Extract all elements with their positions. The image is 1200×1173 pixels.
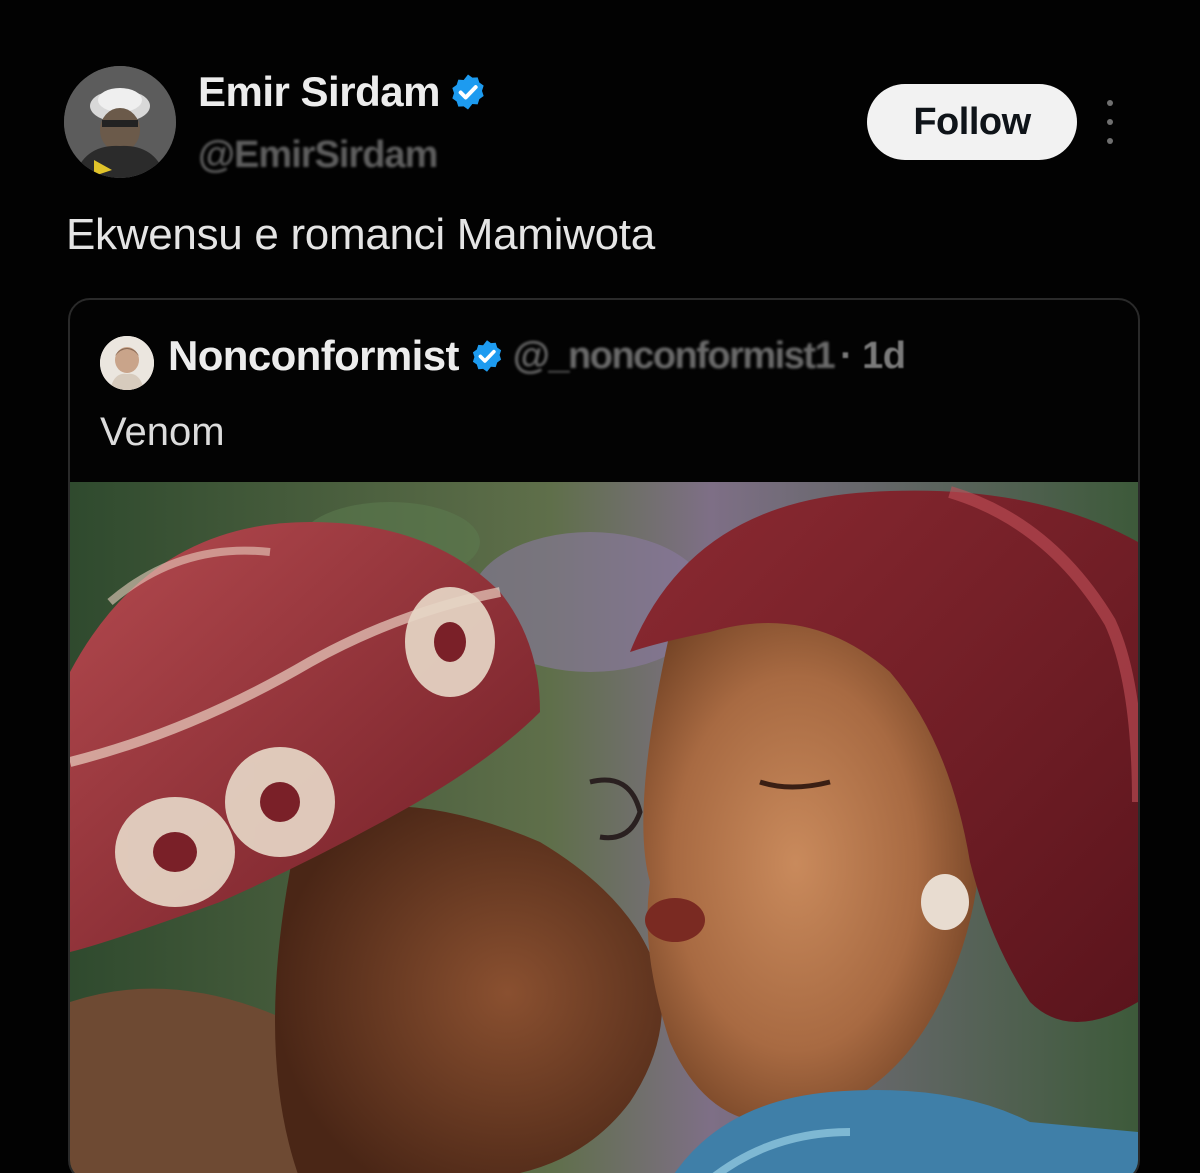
quoted-tweet-text: Venom — [100, 410, 225, 454]
quoted-profile-photo-icon — [100, 336, 154, 390]
quoted-author-handle[interactable]: @_nonconformist1 — [513, 335, 836, 378]
quoted-author-name[interactable]: Nonconformist — [168, 332, 459, 380]
profile-photo-icon — [64, 66, 176, 178]
author-avatar[interactable] — [64, 66, 176, 178]
quoted-author-line: Nonconformist @_nonconformist1 · 1d — [168, 332, 906, 380]
quoted-timestamp[interactable]: · 1d — [840, 335, 906, 378]
more-vertical-icon[interactable] — [1100, 100, 1120, 144]
verified-badge-icon — [448, 72, 488, 112]
author-display-name[interactable]: Emir Sirdam — [198, 68, 488, 116]
photo-icon — [70, 482, 1138, 1173]
quoted-verified-badge-icon — [469, 338, 505, 374]
quoted-media-photo[interactable] — [70, 482, 1138, 1173]
quoted-author-avatar[interactable] — [100, 336, 154, 390]
quoted-tweet-card[interactable]: Nonconformist @_nonconformist1 · 1d Veno… — [68, 298, 1140, 1173]
tweet-text: Ekwensu e romanci Mamiwota — [66, 210, 655, 259]
tweet-post: Emir Sirdam @EmirSirdam Follow Ekwensu e… — [0, 0, 1200, 1173]
author-handle[interactable]: @EmirSirdam — [198, 134, 438, 177]
follow-button[interactable]: Follow — [867, 84, 1077, 160]
author-name-text[interactable]: Emir Sirdam — [198, 68, 440, 116]
